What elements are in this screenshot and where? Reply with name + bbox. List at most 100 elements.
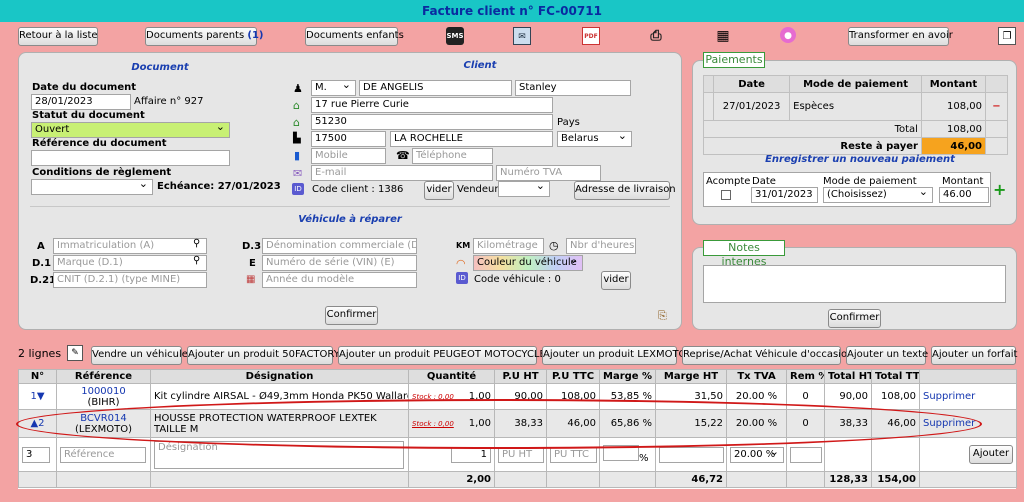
pdf-icon[interactable]: PDF (582, 27, 600, 45)
search-brand-icon[interactable]: ⚲ (193, 255, 200, 266)
commercial-name-input[interactable]: Dénomination commerciale (D.3) (262, 238, 417, 254)
payments-header-spacer (703, 75, 714, 93)
notes-confirm-button[interactable]: Confirmer (828, 309, 881, 328)
new-puttc-input[interactable]: PU TTC (550, 446, 597, 463)
address2-input[interactable]: 51230 (311, 114, 553, 130)
add-payment-icon[interactable]: + (993, 180, 1006, 199)
header-totht: Total HT (824, 369, 872, 384)
copy-icon[interactable]: ❐ (998, 27, 1016, 45)
header-ref: Référence (56, 369, 151, 384)
new-ref-input[interactable]: Référence (60, 446, 146, 463)
country-select[interactable]: Belarus (557, 131, 632, 147)
home-icon: ⌂ (293, 99, 300, 112)
vin-input[interactable]: Numéro de série (VIN) (E) (262, 255, 417, 271)
acompte-label: Acompte (706, 176, 751, 187)
lastname-input[interactable]: DE ANGELIS (359, 80, 512, 96)
status-select[interactable]: Ouvert (31, 122, 230, 138)
payments-header-action (985, 75, 1008, 93)
print-icon[interactable]: ⎙ (647, 27, 665, 45)
city-input[interactable]: LA ROCHELLE (390, 131, 553, 147)
new-num-input[interactable]: 3 (22, 446, 50, 463)
add-lexmoto-button[interactable]: Ajouter un produit LEXMOTO (542, 346, 686, 365)
add-package-button[interactable]: Ajouter un forfait (931, 346, 1017, 365)
add-50factory-button[interactable]: Ajouter un produit 50FACTORY (187, 346, 340, 365)
child-documents-button[interactable]: Documents enfants (305, 27, 404, 46)
label-km: KM (456, 241, 471, 250)
delete-row-button[interactable]: Supprimer (919, 383, 1017, 410)
payments-header-amount: Montant (920, 75, 987, 93)
label-a: A (37, 241, 45, 252)
delete-payment-icon[interactable]: − (985, 92, 1008, 121)
payment-date-input[interactable]: 31/01/2023 (751, 187, 818, 203)
highlight-annotation (16, 399, 982, 449)
transform-credit-button[interactable]: Transformer en avoir (848, 27, 953, 46)
palette-icon[interactable]: ● (780, 27, 796, 43)
add-line-button[interactable]: Ajouter (969, 445, 1013, 464)
brand-input[interactable]: Marque (D.1) (53, 255, 207, 271)
vehicle-section-title: Véhicule à réparer (298, 214, 402, 225)
payment-amount-input[interactable]: 46.00 (939, 187, 989, 203)
echeance-label: Echéance: 27/01/2023 (157, 181, 281, 192)
total-ttc: 154,00 (871, 471, 920, 488)
search-icon[interactable]: ⚲ (193, 238, 200, 249)
phone-input[interactable]: Téléphone (412, 148, 493, 164)
vehicle-color-select[interactable]: Couleur du véhicule (473, 255, 583, 271)
add-peugeot-button[interactable]: Ajouter un produit PEUGEOT MOTOCYCLES (338, 346, 552, 365)
payments-total-spacer (985, 120, 1008, 138)
header-puht: P.U HT (494, 369, 547, 384)
payment-row-spacer (703, 92, 714, 121)
client-clear-button[interactable]: vider (424, 181, 454, 200)
cnit-input[interactable]: CNIT (D.2.1) (type MINE) (53, 272, 207, 288)
lines-count: 2 lignes (18, 347, 62, 360)
edit-lines-icon[interactable]: ✎ (67, 345, 83, 361)
registration-input[interactable]: Immatriculation (A) (53, 238, 207, 254)
zip-input[interactable]: 17500 (311, 131, 386, 147)
acompte-checkbox[interactable] (721, 190, 731, 200)
note-icon[interactable]: ⎘ (658, 309, 667, 323)
status-label: Statut du document (32, 110, 145, 121)
sell-vehicle-button[interactable]: Vendre un véhicule (91, 346, 188, 365)
rest-spacer (985, 137, 1008, 155)
mobile-input[interactable]: Mobile (311, 148, 386, 164)
reference-input[interactable] (31, 150, 230, 166)
new-tva-select[interactable]: 20.00 % (730, 446, 784, 463)
firstname-input[interactable]: Stanley (515, 80, 631, 96)
hours-input[interactable]: Nbr d'heures c (566, 238, 636, 254)
total-ht: 128,33 (824, 471, 872, 488)
payments-table: Date Mode de paiement Montant 27/01/2023 Es… (703, 75, 1008, 155)
vat-input[interactable]: Numéro TVA (496, 165, 601, 181)
payments-total: 108,00 (920, 120, 987, 138)
qrcode-icon[interactable]: ▦ (714, 27, 732, 45)
email-icon[interactable]: ✉ (513, 27, 531, 45)
delivery-address-button[interactable]: Adresse de livraison (574, 181, 676, 200)
model-year-input[interactable]: Année du modèle (262, 272, 417, 288)
vehicle-clear-button[interactable]: vider (601, 271, 631, 290)
email-field-icon: ✉ (293, 167, 303, 180)
row-ref[interactable]: 1000010 (81, 386, 126, 397)
new-margeht-input[interactable] (659, 446, 724, 463)
conditions-select[interactable] (31, 179, 153, 195)
id-icon: ID (292, 183, 304, 195)
trade-in-button[interactable]: Reprise/Achat Véhicule d'occasion (682, 346, 853, 365)
header-actions (919, 369, 1017, 384)
vendor-select[interactable] (498, 181, 550, 197)
notes-textarea[interactable] (703, 265, 1006, 303)
payment-mode-select[interactable]: (Choisissez) (823, 187, 933, 203)
sms-icon[interactable]: SMS (446, 27, 464, 45)
date-input[interactable]: 28/01/2023 (31, 94, 131, 110)
civility-select[interactable]: M. (311, 80, 356, 96)
back-to-list-button[interactable]: Retour à la liste (18, 27, 98, 46)
totals-spacer (786, 471, 825, 488)
email-input[interactable]: E-mail (311, 165, 493, 181)
address-input[interactable]: 17 rue Pierre Curie (311, 97, 553, 113)
row-brand: (BIHR) (87, 396, 120, 408)
mileage-input[interactable]: Kilométrage (473, 238, 544, 254)
separator (30, 206, 670, 207)
add-text-button[interactable]: Ajouter un texte (846, 346, 928, 365)
confirm-button[interactable]: Confirmer (325, 306, 378, 325)
new-rem-input[interactable] (790, 446, 822, 463)
rest-amount: 46,00 (920, 137, 987, 155)
payments-total-label: Total (703, 120, 922, 138)
parent-documents-button[interactable]: Documents parents (1) (145, 27, 263, 46)
row-num[interactable]: 1▼ (18, 383, 57, 410)
